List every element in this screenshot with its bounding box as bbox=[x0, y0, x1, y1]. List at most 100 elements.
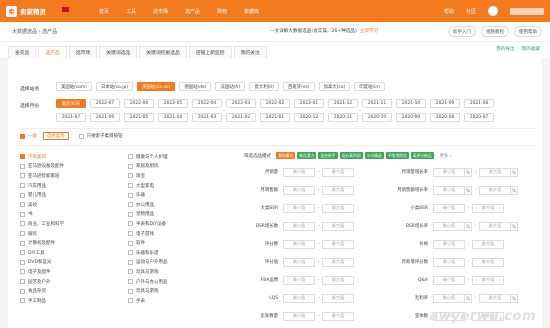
category-item[interactable]: 手表和DIY设备 bbox=[128, 219, 168, 229]
category-checkbox[interactable] bbox=[20, 288, 25, 294]
category-checkbox[interactable] bbox=[20, 173, 25, 179]
category-item[interactable]: 乐器和乐谱 bbox=[128, 248, 168, 258]
logo[interactable]: 卖 卖家精灵 bbox=[6, 5, 52, 17]
category-checkbox[interactable] bbox=[128, 202, 133, 208]
category-item[interactable]: 园艺及户外 bbox=[20, 277, 64, 287]
max-input[interactable]: 最大值 bbox=[322, 293, 354, 303]
category-item[interactable]: 健康与个人护理 bbox=[128, 152, 168, 162]
category-item[interactable]: 电子游戏 bbox=[128, 229, 168, 239]
month-chip[interactable]: 2022-07 bbox=[90, 99, 120, 108]
category-item[interactable]: 亚马逊设备及配件 bbox=[20, 162, 64, 172]
category-item[interactable]: 宠物用品 bbox=[128, 210, 168, 220]
min-input[interactable]: 最小值 bbox=[433, 185, 465, 195]
category-checkbox[interactable] bbox=[128, 231, 133, 237]
tab-competitor[interactable]: 查竞品 bbox=[8, 46, 37, 58]
month-chip[interactable]: 2020-10 bbox=[362, 113, 392, 122]
min-input[interactable]: 最小值 bbox=[283, 293, 315, 303]
select-category-button[interactable]: 选择类目 bbox=[43, 132, 69, 140]
max-input[interactable]: 最大值 bbox=[479, 185, 511, 195]
category-item[interactable]: 计算机及配件 bbox=[20, 238, 64, 248]
max-input[interactable]: 最大值 bbox=[322, 167, 354, 177]
tab-keyword-mining[interactable]: 关键词挖掘选品 bbox=[139, 46, 187, 58]
category-item[interactable]: DIY工具 bbox=[20, 248, 64, 258]
month-chip[interactable]: 2022-03 bbox=[226, 99, 256, 108]
beginner-button[interactable]: 新手入门 bbox=[448, 26, 476, 37]
site-chip[interactable]: 日本站(co.jp) bbox=[95, 82, 134, 91]
month-chip[interactable]: 2021-08 bbox=[464, 99, 494, 108]
month-chip[interactable]: 2022-04 bbox=[192, 99, 222, 108]
min-input[interactable]: 最小值 bbox=[433, 257, 465, 267]
category-item[interactable]: 手工制品 bbox=[20, 296, 64, 306]
menu-product[interactable]: 选产品 bbox=[185, 8, 200, 15]
site-chip[interactable]: 德国站(de) bbox=[179, 82, 212, 91]
category-checkbox[interactable] bbox=[20, 269, 25, 275]
filter-mode-tag[interactable]: 我的模式 bbox=[276, 152, 296, 159]
category-checkbox[interactable] bbox=[128, 192, 133, 198]
category-item[interactable]: 户外与办公用品 bbox=[128, 277, 168, 287]
category-checkbox[interactable] bbox=[128, 183, 133, 189]
menu-market[interactable]: 选市场 bbox=[153, 8, 168, 15]
site-chip[interactable]: 美国站(com) bbox=[56, 82, 92, 91]
month-chip[interactable]: 2020-09 bbox=[396, 113, 426, 122]
category-checkbox[interactable] bbox=[128, 154, 133, 160]
month-chip[interactable]: 最近30天 bbox=[56, 99, 86, 108]
video-button[interactable]: 视频教程 bbox=[481, 26, 509, 37]
tab-store-monitor[interactable]: 店铺上新监控 bbox=[188, 46, 232, 58]
username-placeholder[interactable] bbox=[510, 7, 544, 15]
min-input[interactable]: 最小值 bbox=[433, 203, 465, 213]
site-chip[interactable]: 意大利(it) bbox=[249, 82, 279, 91]
category-checkbox[interactable] bbox=[20, 202, 25, 208]
max-input[interactable]: 最大值 bbox=[322, 311, 354, 321]
max-input[interactable]: 最大值 bbox=[322, 275, 354, 285]
min-input[interactable]: 最小值 bbox=[283, 257, 315, 267]
month-chip[interactable]: 2020-11 bbox=[328, 113, 358, 122]
category-checkbox[interactable] bbox=[20, 240, 25, 246]
category-checkbox[interactable] bbox=[128, 250, 133, 256]
month-chip[interactable]: 2021-03 bbox=[192, 113, 222, 122]
min-input[interactable]: 最小值 bbox=[433, 167, 465, 177]
max-input[interactable]: 最大值 bbox=[472, 257, 504, 267]
category-item[interactable]: 亚马逊智能家居 bbox=[20, 171, 64, 181]
month-chip[interactable]: 2021-10 bbox=[396, 99, 426, 108]
filter-mode-tag[interactable]: 低价高利润 bbox=[339, 152, 363, 159]
month-chip[interactable]: 2021-05 bbox=[124, 113, 154, 122]
min-input[interactable]: 最小值 bbox=[433, 275, 465, 285]
filter-mode-tag[interactable]: 小众精选 bbox=[364, 152, 384, 159]
tab-market[interactable]: 选市场 bbox=[68, 46, 98, 58]
category-item[interactable]: 食品杂货 bbox=[20, 286, 64, 296]
month-chip[interactable]: 2021-11 bbox=[362, 99, 392, 108]
category-checkbox[interactable] bbox=[128, 211, 133, 217]
notice-link[interactable]: 立即学习 bbox=[360, 28, 378, 34]
category-item[interactable]: 汽车用品 bbox=[20, 181, 64, 191]
filter-mode-tag[interactable]: 不限排除品 bbox=[385, 152, 409, 159]
month-chip[interactable]: 2020-12 bbox=[294, 113, 324, 122]
category-item[interactable]: 不限类目 bbox=[20, 152, 64, 162]
min-input[interactable]: 最小值 bbox=[283, 203, 315, 213]
menu-home[interactable]: 首页 bbox=[99, 8, 109, 15]
min-input[interactable]: 最小值 bbox=[283, 275, 315, 285]
category-item[interactable]: 玩具与游戏 bbox=[128, 286, 168, 296]
category-checkbox[interactable] bbox=[20, 154, 25, 160]
min-input[interactable]: 最小值 bbox=[283, 239, 315, 249]
my-favorites-link[interactable]: 我的收藏 bbox=[522, 46, 540, 52]
month-chip[interactable]: 2022-02 bbox=[260, 99, 290, 108]
max-input[interactable]: 最大值 bbox=[322, 257, 354, 267]
min-input[interactable]: 最小值 bbox=[283, 221, 315, 231]
max-input[interactable]: 最大值 bbox=[472, 203, 504, 213]
category-item[interactable]: 服装 bbox=[20, 229, 64, 239]
min-input[interactable]: 最小值 bbox=[433, 293, 465, 303]
month-chip[interactable]: 2021-02 bbox=[226, 113, 256, 122]
tab-product[interactable]: 选产品 bbox=[38, 46, 67, 58]
category-item[interactable]: 婴儿用品 bbox=[20, 190, 64, 200]
category-item[interactable]: 书 bbox=[20, 210, 64, 220]
category-checkbox[interactable] bbox=[20, 298, 25, 304]
month-chip[interactable]: 2022-05 bbox=[158, 99, 188, 108]
category-item[interactable]: 大型家电 bbox=[128, 181, 168, 191]
my-export-link[interactable]: 我的导出 bbox=[496, 46, 514, 52]
category-checkbox[interactable] bbox=[128, 221, 133, 227]
month-chip[interactable]: 2022-06 bbox=[124, 99, 154, 108]
category-checkbox[interactable] bbox=[128, 163, 133, 169]
month-chip[interactable]: 2021-12 bbox=[328, 99, 358, 108]
help-button[interactable]: 使用帮助 bbox=[514, 26, 542, 37]
category-item[interactable]: 手表 bbox=[128, 296, 168, 306]
